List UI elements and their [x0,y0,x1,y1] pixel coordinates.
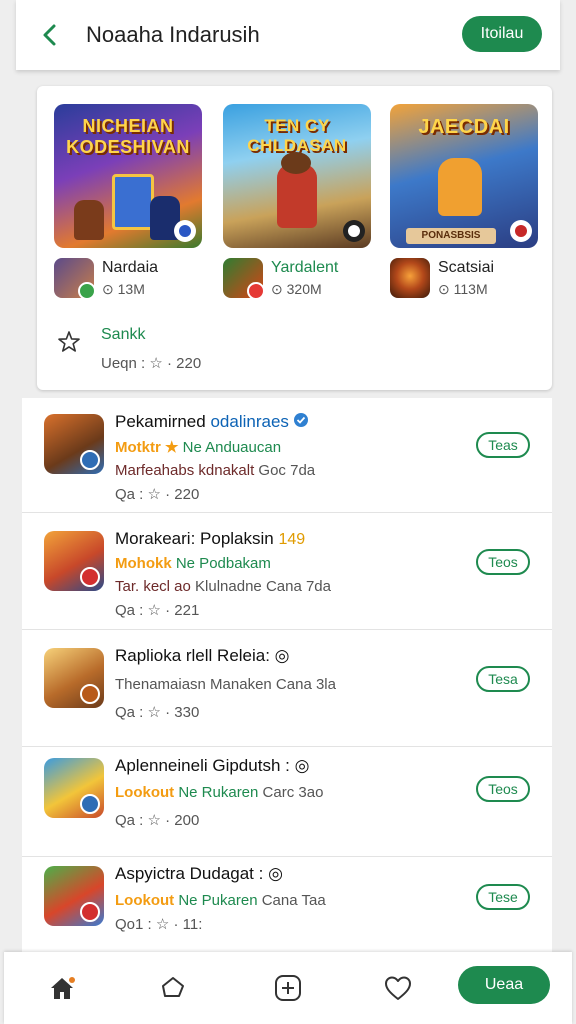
art-title: TEN CY CHLDASAN [247,116,347,155]
app-rating: Qo1 : ☆ · 11: [115,916,203,933]
top-app-bar: Noaaha Indarusih Itoilau [16,0,560,70]
app-icon [44,648,104,708]
install-button[interactable]: Tesa [476,666,530,692]
verified-icon [293,413,308,427]
list-item[interactable]: Raplioka rlell Releia: ◎ Thenamaiasn Man… [22,632,552,747]
install-button[interactable]: Teos [476,549,530,575]
app-rating: Qa : ☆ · 200 [115,812,200,829]
app-icon [54,258,96,300]
app-description: Marfeahabs kdnakalt Goc 7da [115,462,316,479]
badge-icon [80,684,100,704]
app-title: Pekamirned odalinraes [115,412,455,432]
app-rating: Qa : ☆ · 330 [115,704,200,721]
art-character [438,158,482,216]
app-name: Yardalent [271,258,339,276]
badge-icon [80,794,100,814]
featured-panel: NICHEIAN KODESHIVAN Nardaia ⊙ 13M TEN CY… [37,86,552,390]
app-title: Aplenneineli Gipdutsh : ◎ [115,756,310,775]
art-title: NICHEIAN KODESHIVAN [66,116,190,157]
add-icon [275,975,301,1001]
list-item[interactable]: Morakeari: Poplaksin 149 Mohokk Ne Podba… [22,515,552,630]
app-icon [44,531,104,591]
nav-favorites[interactable] [380,970,416,1006]
app-name: Nardaia [102,258,159,276]
badge-icon [80,567,100,587]
badge-icon [343,220,365,242]
status-icon [247,282,265,300]
install-button[interactable]: Teos [476,776,530,802]
bottom-nav: Ueaa [4,952,572,1024]
app-icon [44,866,104,926]
heart-icon [385,976,411,1000]
app-description: Tar. kecl ao Klulnadne Cana 7da [115,578,331,595]
app-size: ⊙ 320M [271,280,322,297]
app-title: Aspyictra Dudagat : ◎ [115,864,283,883]
list-item[interactable]: Aplenneineli Gipdutsh : ◎ Lookout Ne Ruk… [22,742,552,857]
app-size: ⊙ 13M [102,280,145,297]
list-item[interactable]: Pekamirned odalinraes Motktr ★ Ne Anduau… [22,398,552,513]
app-icon [44,414,104,474]
app-rating: Qa : ☆ · 220 [115,486,200,503]
featured-card[interactable]: JAECDAI PONASBSIS Scatsiai ⊙ 113M [390,104,538,298]
badge-icon [510,220,532,242]
featured-card-art[interactable]: NICHEIAN KODESHIVAN [54,104,202,248]
app-icon [390,258,430,298]
app-rating: Qa : ☆ · 221 [115,602,200,619]
see-more-meta: Ueqn : ☆ · 220 [101,355,202,372]
app-tags: Mohokk Ne Podbakam [115,555,271,572]
back-arrow-icon [43,24,56,46]
app-title-badge: 149 [278,531,306,548]
featured-card-art[interactable]: TEN CY CHLDASAN [223,104,371,248]
nav-home[interactable] [44,970,80,1006]
art-footer: PONASBSIS [406,228,496,244]
see-more-label: Sankk [101,326,146,343]
featured-card[interactable]: TEN CY CHLDASAN Yardalent ⊙ 320M [223,104,371,300]
badge-icon [80,902,100,922]
back-button[interactable] [38,23,62,47]
app-title: Morakeari: Poplaksin 149 [115,529,306,548]
featured-card[interactable]: NICHEIAN KODESHIVAN Nardaia ⊙ 13M [54,104,202,300]
see-more-row[interactable]: Sankk Ueqn : ☆ · 220 [57,326,201,372]
app-size: ⊙ 113M [438,280,488,297]
app-list: Pekamirned odalinraes Motktr ★ Ne Anduau… [22,398,552,952]
app-description: Thenamaiasn Manaken Cana 3la [115,676,336,693]
art-character [74,200,104,240]
verified-icon [78,282,96,300]
page-title: Noaaha Indarusih [86,22,260,47]
badge-icon [80,450,100,470]
header-action-button[interactable]: Itoilau [462,16,542,52]
art-character-head [281,152,311,174]
art-portal [112,174,154,230]
tag-icon [162,977,184,997]
badge-icon [174,220,196,242]
install-button[interactable]: Tese [476,884,530,910]
featured-card-art[interactable]: JAECDAI PONASBSIS [390,104,538,248]
list-item[interactable]: Aspyictra Dudagat : ◎ Lookout Ne Pukaren… [22,850,552,964]
app-title-suffix: odalinraes [210,412,289,431]
nav-add[interactable] [270,970,306,1006]
primary-action-button[interactable]: Ueaa [458,966,550,1004]
star-outline-icon [58,331,80,352]
home-icon [51,977,75,999]
art-title: JAECDAI [418,116,510,138]
app-tags: Lookout Ne Rukaren Carc 3ao [115,784,324,801]
app-tags: Lookout Ne Pukaren Cana Taa [115,892,326,909]
app-title: Raplioka rlell Releia: ◎ [115,646,290,665]
app-icon [44,758,104,818]
app-tags: Motktr ★ Ne Anduaucan [115,439,282,456]
install-button[interactable]: Teas [476,432,530,458]
app-icon [223,258,265,300]
nav-explore[interactable] [155,970,191,1006]
app-name: Scatsiai [438,258,495,276]
